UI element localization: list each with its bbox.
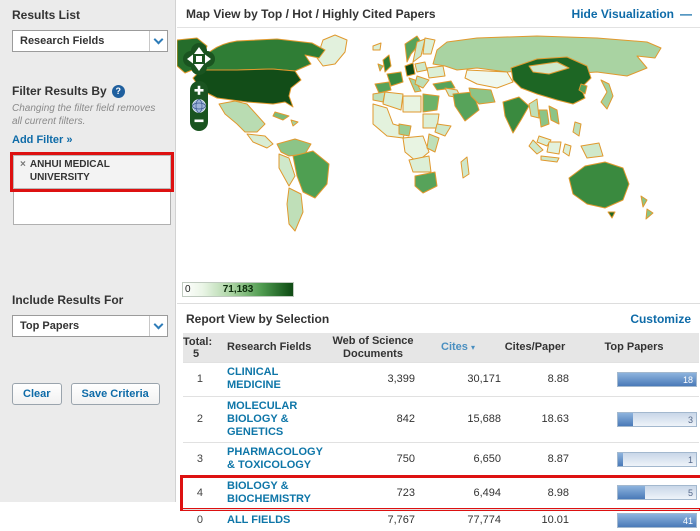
chevron-down-icon[interactable]: [149, 316, 167, 336]
filter-note: Changing the filter field removes all cu…: [12, 103, 162, 128]
sort-desc-icon: ▾: [471, 343, 475, 352]
row-rank: 2: [183, 413, 209, 425]
include-results-value: Top Papers: [13, 320, 149, 332]
cites-per-paper-value: 8.98: [501, 487, 569, 499]
cites-per-paper-value: 8.87: [501, 453, 569, 465]
column-header-documents[interactable]: Web of Science Documents: [331, 335, 415, 360]
cites-per-paper-value: 8.88: [501, 373, 569, 385]
main-panel: Map View by Top / Hot / Highly Cited Pap…: [177, 0, 700, 502]
row-rank: 3: [183, 453, 209, 465]
legend-min-label: 0: [185, 284, 191, 295]
report-table: Total: 5 Research Fields Web of Science …: [183, 333, 699, 531]
docs-value: 3,399: [331, 373, 415, 385]
row-rank: 4: [183, 487, 209, 499]
zoom-out-icon: [195, 120, 204, 123]
row-rank: 1: [183, 373, 209, 385]
map-legend: 0 71,183: [182, 282, 294, 297]
hide-visualization-label: Hide Visualization: [572, 7, 674, 21]
docs-value: 750: [331, 453, 415, 465]
results-list-value: Research Fields: [13, 35, 149, 47]
legend-max-label: 71,183: [223, 284, 254, 295]
field-link[interactable]: PHARMACOLOGY & TOXICOLOGY: [227, 446, 323, 471]
remove-filter-icon[interactable]: ×: [20, 159, 26, 184]
results-list-heading: Results List: [12, 8, 175, 22]
minus-icon: —: [680, 7, 692, 21]
field-link[interactable]: MOLECULAR BIOLOGY & GENETICS: [227, 400, 297, 438]
cites-value: 77,774: [415, 514, 501, 526]
field-link[interactable]: BIOLOGY & BIOCHEMISTRY: [227, 480, 311, 505]
save-criteria-button[interactable]: Save Criteria: [71, 383, 160, 405]
column-header-research-fields[interactable]: Research Fields: [209, 341, 331, 354]
map-zoom-control[interactable]: [190, 81, 208, 131]
row-rank: 0: [183, 514, 209, 526]
add-filter-link[interactable]: Add Filter »: [12, 134, 73, 146]
help-icon[interactable]: ?: [112, 85, 125, 98]
docs-value: 723: [331, 487, 415, 499]
active-filter-label: ANHUI MEDICAL UNIVERSITY: [30, 159, 166, 184]
cites-value: 30,171: [415, 373, 501, 385]
customize-link[interactable]: Customize: [630, 312, 691, 326]
cites-per-paper-value: 18.63: [501, 413, 569, 425]
include-results-dropdown[interactable]: Top Papers: [12, 315, 168, 337]
map-view-title: Map View by Top / Hot / Highly Cited Pap…: [186, 7, 436, 21]
table-row[interactable]: 0 ALL FIELDS 7,767 77,774 10.01 41: [183, 509, 699, 531]
top-papers-value: 3: [688, 414, 693, 426]
active-filter-item[interactable]: × ANHUI MEDICAL UNIVERSITY: [13, 155, 171, 189]
filter-by-heading: Filter Results By: [12, 84, 107, 98]
cites-value: 6,494: [415, 487, 501, 499]
hide-visualization-link[interactable]: Hide Visualization —: [572, 7, 692, 21]
top-papers-bar: 5: [617, 485, 697, 500]
top-papers-bar: 3: [617, 412, 697, 427]
cites-value: 6,650: [415, 453, 501, 465]
table-row[interactable]: 2 MOLECULAR BIOLOGY & GENETICS 842 15,68…: [183, 396, 699, 443]
globe-icon: [193, 100, 206, 113]
top-papers-value: 5: [688, 487, 693, 499]
sidebar: Results List Research Fields Filter Resu…: [0, 0, 176, 502]
table-row[interactable]: 1 CLINICAL MEDICINE 3,399 30,171 8.88 18: [183, 362, 699, 395]
docs-value: 7,767: [331, 514, 415, 526]
docs-value: 842: [331, 413, 415, 425]
cites-value: 15,688: [415, 413, 501, 425]
field-link[interactable]: ALL FIELDS: [227, 514, 290, 526]
field-link[interactable]: CLINICAL MEDICINE: [227, 366, 281, 391]
top-papers-value: 18: [683, 374, 693, 386]
table-row[interactable]: 4 BIOLOGY & BIOCHEMISTRY 723 6,494 8.98 …: [183, 476, 699, 509]
results-list-dropdown[interactable]: Research Fields: [12, 30, 168, 52]
top-papers-bar: 1: [617, 452, 697, 467]
top-papers-value: 1: [688, 454, 693, 466]
column-header-top-papers[interactable]: Top Papers: [569, 341, 699, 354]
annotation-red-box-filter: × ANHUI MEDICAL UNIVERSITY: [10, 152, 174, 192]
column-header-cites[interactable]: Cites ▾: [415, 341, 501, 354]
top-papers-bar: 41: [617, 513, 697, 528]
table-row[interactable]: 3 PHARMACOLOGY & TOXICOLOGY 750 6,650 8.…: [183, 442, 699, 475]
total-count: Total: 5: [183, 336, 209, 360]
world-map[interactable]: [177, 28, 700, 280]
cites-per-paper-value: 10.01: [501, 514, 569, 526]
chevron-down-icon[interactable]: [149, 31, 167, 51]
choropleth-map[interactable]: [177, 28, 697, 278]
report-view-title: Report View by Selection: [186, 312, 329, 326]
table-header-row: Total: 5 Research Fields Web of Science …: [183, 333, 699, 362]
top-papers-value: 41: [683, 515, 693, 527]
include-results-heading: Include Results For: [12, 293, 175, 307]
filter-list-box[interactable]: [13, 192, 171, 225]
column-header-cites-per-paper[interactable]: Cites/Paper: [501, 341, 569, 354]
top-papers-bar: 18: [617, 372, 697, 387]
clear-button[interactable]: Clear: [12, 383, 62, 405]
